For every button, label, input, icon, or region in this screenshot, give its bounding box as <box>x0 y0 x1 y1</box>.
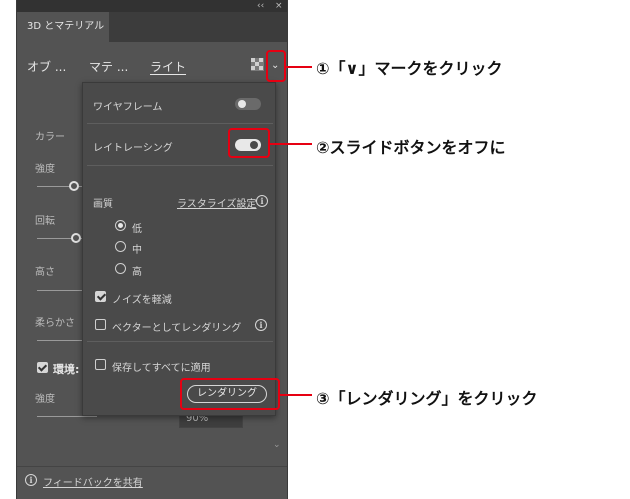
rotation-slider-handle[interactable] <box>71 233 81 243</box>
render-as-vector-checkbox[interactable] <box>95 319 106 330</box>
save-apply-all-label: 保存してすべてに適用 <box>112 363 211 374</box>
collapse-icon[interactable]: ‹‹ <box>257 0 264 12</box>
intensity2-label: 強度 <box>35 394 55 405</box>
save-apply-all-checkbox[interactable] <box>95 359 106 370</box>
softness-slider-track[interactable] <box>37 340 85 341</box>
rasterize-settings-link[interactable]: ラスタライズ設定 <box>177 195 257 210</box>
subtab-material[interactable]: マテ ... <box>89 58 128 75</box>
rasterize-info-icon[interactable]: i <box>256 195 268 207</box>
noise-reduction-label: ノイズを軽減 <box>112 295 172 306</box>
quality-high-radio[interactable] <box>115 263 126 274</box>
quality-high-label: 高 <box>132 267 142 278</box>
scroll-down-icon[interactable]: ⌄ <box>273 440 281 450</box>
info-icon: i <box>25 474 37 486</box>
callout-line-1 <box>286 66 312 68</box>
quality-medium-label: 中 <box>132 245 142 256</box>
highlight-raytracing-toggle <box>228 128 270 158</box>
vector-info-icon[interactable]: i <box>255 319 267 331</box>
annotation-step2: ②スライドボタンをオフに <box>316 138 506 157</box>
tab-3d-materials[interactable]: 3D とマテリアル <box>17 12 109 42</box>
intensity2-slider-track[interactable] <box>37 416 97 417</box>
panel-tabbar: 3D とマテリアル <box>17 12 287 42</box>
intensity-slider-handle[interactable] <box>69 181 79 191</box>
wireframe-toggle[interactable] <box>235 98 261 110</box>
quality-low-label: 低 <box>132 224 142 235</box>
feedback-link[interactable]: フィードバックを共有 <box>43 474 143 489</box>
divider <box>87 123 273 124</box>
callout-line-3 <box>280 394 312 396</box>
height-label: 高さ <box>35 267 55 278</box>
quality-medium-radio[interactable] <box>115 241 126 252</box>
callout-line-2 <box>270 143 312 145</box>
render-as-vector-label: ベクターとしてレンダリング <box>112 323 242 334</box>
color-label: カラー <box>35 132 65 143</box>
render-preview-icon[interactable] <box>251 58 264 71</box>
rotation-label: 回転 <box>35 216 55 227</box>
panel-topbar: ‹‹ × <box>17 0 287 12</box>
softness-label: 柔らかさ <box>35 318 75 329</box>
noise-reduction-checkbox[interactable] <box>95 291 106 302</box>
wireframe-label: ワイヤフレーム <box>93 102 163 113</box>
environment-checkbox[interactable] <box>37 362 48 373</box>
divider <box>87 165 273 166</box>
divider <box>87 341 273 342</box>
annotation-step1: ①「∨」マークをクリック <box>316 59 503 78</box>
height-slider-track[interactable] <box>37 290 85 291</box>
close-icon[interactable]: × <box>275 0 283 12</box>
quality-low-radio[interactable] <box>115 220 126 231</box>
highlight-chevron <box>266 50 286 82</box>
highlight-render-button <box>180 378 280 410</box>
environment-label: 環境: <box>53 363 80 376</box>
raytracing-label: レイトレーシング <box>93 143 173 154</box>
annotation-step3: ③「レンダリング」をクリック <box>316 389 538 408</box>
quality-label: 画質 <box>93 199 113 210</box>
subtab-object[interactable]: オブ ... <box>27 58 66 75</box>
subtab-lighting[interactable]: ライト <box>150 58 186 75</box>
panel-footer: i フィードバックを共有 <box>17 466 287 499</box>
intensity-label: 強度 <box>35 164 55 175</box>
